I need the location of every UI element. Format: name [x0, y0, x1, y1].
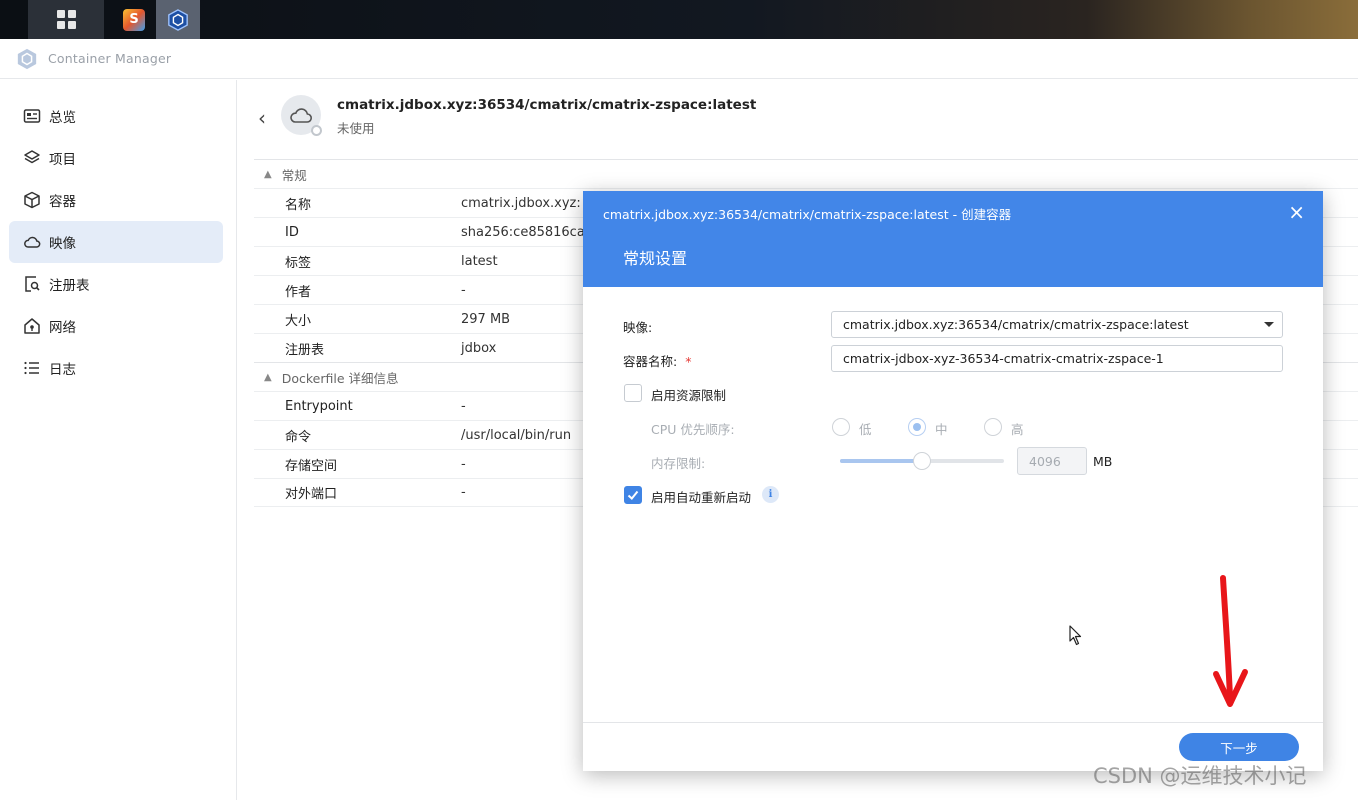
- image-label: 映像:: [623, 320, 653, 335]
- row-value: latest: [461, 253, 498, 269]
- section-general-header[interactable]: ▲ 常规: [254, 159, 1358, 188]
- cpu-priority-high-radio[interactable]: [984, 418, 1002, 436]
- sidebar-item-logs[interactable]: 日志: [9, 347, 223, 389]
- container-manager-logo-icon: [17, 48, 37, 69]
- sidebar-item-overview[interactable]: 总览: [9, 95, 223, 137]
- status-dot: [311, 125, 322, 136]
- close-icon[interactable]: ×: [1288, 200, 1305, 224]
- list-icon: [24, 361, 39, 375]
- sidebar-item-projects[interactable]: 项目: [9, 137, 223, 179]
- layers-icon: [24, 150, 40, 164]
- resource-limit-label: 启用资源限制: [651, 388, 727, 403]
- sidebar-item-label: 日志: [49, 362, 76, 378]
- row-key: 注册表: [285, 342, 325, 358]
- row-key: 大小: [285, 313, 312, 329]
- row-value: -: [461, 282, 466, 298]
- row-key: 作者: [285, 284, 312, 300]
- cpu-option-label: 低: [859, 422, 872, 437]
- taskbar: S: [0, 0, 1358, 39]
- checkmark-icon: [627, 490, 639, 500]
- row-value: cmatrix.jdbox.xyz:: [461, 195, 581, 211]
- row-key: 存储空间: [285, 458, 338, 474]
- row-value: jdbox: [461, 340, 497, 356]
- cpu-priority-low-radio[interactable]: [832, 418, 850, 436]
- row-value: -: [461, 398, 466, 414]
- app-header: Container Manager: [0, 39, 1358, 79]
- row-value: -: [461, 485, 466, 500]
- image-select-value: cmatrix.jdbox.xyz:36534/cmatrix/cmatrix-…: [843, 317, 1189, 332]
- image-select[interactable]: cmatrix.jdbox.xyz:36534/cmatrix/cmatrix-…: [831, 311, 1283, 338]
- image-name: cmatrix.jdbox.xyz:36534/cmatrix/cmatrix-…: [337, 97, 757, 113]
- overview-icon: [23, 109, 41, 123]
- memory-slider-fill: [840, 459, 922, 463]
- cpu-option-label: 中: [935, 422, 948, 437]
- sidebar-item-label: 网络: [49, 320, 76, 336]
- row-value: /usr/local/bin/run: [461, 427, 572, 443]
- dialog-title: cmatrix.jdbox.xyz:36534/cmatrix/cmatrix-…: [603, 207, 1012, 222]
- annotation-arrow-icon: [1213, 575, 1248, 707]
- sidebar-item-label: 映像: [49, 236, 76, 252]
- next-button[interactable]: 下一步: [1179, 733, 1299, 761]
- memory-limit-input[interactable]: 4096: [1017, 447, 1087, 475]
- container-name-input[interactable]: cmatrix-jdbox-xyz-36534-cmatrix-cmatrix-…: [831, 345, 1283, 372]
- caret-down-icon: [1264, 322, 1274, 327]
- app-title: Container Manager: [48, 51, 172, 66]
- package-center-icon: S: [123, 8, 145, 31]
- memory-limit-label: 内存限制:: [651, 456, 706, 471]
- container-manager-taskbar-button[interactable]: [156, 0, 200, 39]
- row-key: 名称: [285, 197, 312, 213]
- chevron-up-icon: ▲: [264, 168, 272, 180]
- row-key: 标签: [285, 255, 312, 271]
- watermark: CSDN @运维技术小记: [1093, 764, 1307, 788]
- cpu-option-label: 高: [1011, 422, 1024, 437]
- row-key: ID: [285, 224, 299, 240]
- main-menu-button[interactable]: [28, 0, 104, 39]
- sidebar-item-label: 容器: [49, 194, 76, 210]
- row-value: sha256:ce85816ca: [461, 224, 585, 240]
- dialog-step-title: 常规设置: [623, 249, 688, 268]
- container-name-value: cmatrix-jdbox-xyz-36534-cmatrix-cmatrix-…: [843, 351, 1164, 366]
- cpu-priority-medium-radio[interactable]: [908, 418, 926, 436]
- dialog-header: cmatrix.jdbox.xyz:36534/cmatrix/cmatrix-…: [583, 191, 1323, 287]
- network-icon: [24, 318, 40, 334]
- sidebar-item-label: 注册表: [49, 278, 90, 294]
- chevron-up-icon: ▲: [264, 371, 272, 383]
- sidebar: 总览 项目 容器 映像 注册表 网络 日志: [0, 80, 237, 800]
- cloud-icon: [290, 108, 312, 123]
- package-center-button[interactable]: S: [112, 0, 156, 39]
- sidebar-item-label: 项目: [49, 152, 76, 168]
- box-icon: [24, 191, 40, 209]
- section-title: 常规: [281, 167, 307, 183]
- cpu-priority-label: CPU 优先顺序:: [651, 422, 735, 437]
- grid-icon: [56, 10, 76, 29]
- sidebar-item-label: 总览: [49, 110, 76, 126]
- section-title: Dockerfile 详细信息: [281, 370, 399, 386]
- container-name-label-text: 容器名称:: [623, 354, 678, 369]
- row-key: 对外端口: [285, 487, 338, 502]
- back-chevron-icon[interactable]: ‹: [258, 106, 266, 130]
- container-name-label: 容器名称: *: [623, 351, 691, 370]
- cloud-icon: [24, 236, 41, 248]
- registry-icon: [25, 276, 40, 292]
- memory-slider-handle[interactable]: [913, 452, 931, 470]
- auto-restart-label: 启用自动重新启动: [651, 490, 752, 505]
- memory-unit: MB: [1093, 454, 1113, 469]
- sidebar-item-containers[interactable]: 容器: [9, 179, 223, 221]
- image-avatar: [281, 95, 322, 136]
- sidebar-item-images[interactable]: 映像: [9, 221, 223, 263]
- resource-limit-checkbox[interactable]: [624, 384, 642, 402]
- info-icon[interactable]: i: [762, 486, 779, 503]
- mouse-cursor-icon: [1069, 625, 1082, 646]
- row-value: -: [461, 456, 466, 472]
- sidebar-item-registry[interactable]: 注册表: [9, 263, 223, 305]
- sidebar-item-network[interactable]: 网络: [9, 305, 223, 347]
- row-key: 命令: [285, 429, 312, 445]
- image-status: 未使用: [337, 121, 375, 136]
- required-mark: *: [685, 354, 692, 369]
- container-manager-icon: [168, 8, 188, 31]
- row-value: 297 MB: [461, 311, 511, 327]
- row-key: Entrypoint: [285, 398, 353, 414]
- auto-restart-checkbox[interactable]: [624, 486, 642, 504]
